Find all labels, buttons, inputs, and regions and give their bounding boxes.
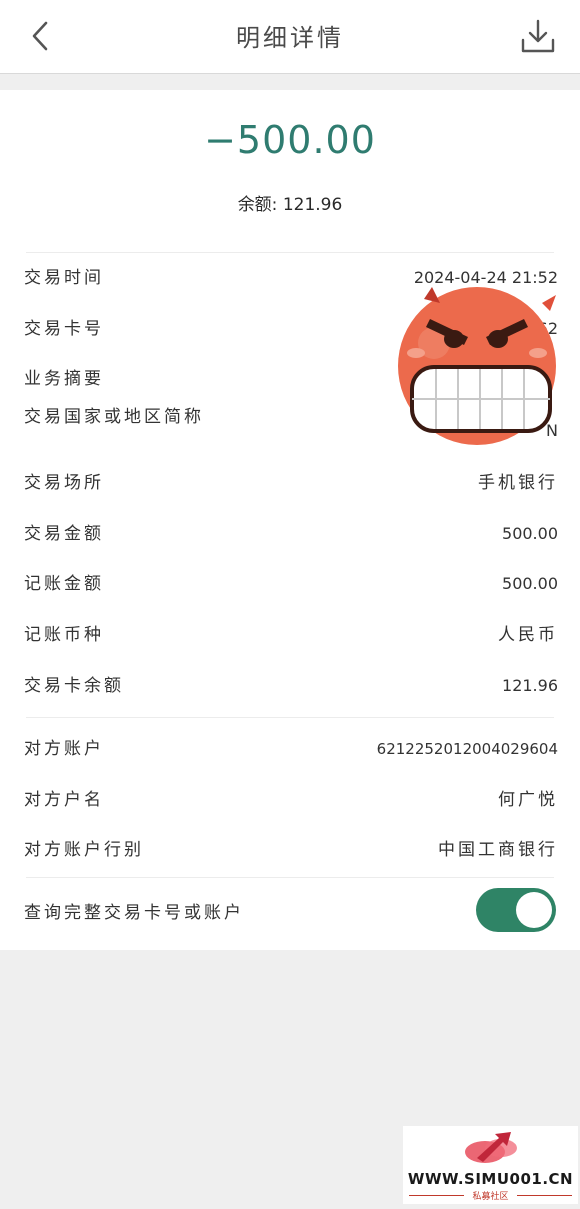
top-nav-bar: 明细详情 — [0, 0, 580, 74]
divider — [26, 877, 554, 878]
row-value: 500.00 — [502, 524, 558, 543]
divider — [26, 252, 554, 253]
divider — [26, 717, 554, 718]
balance-line: 余额: 121.96 — [0, 190, 580, 215]
row-value: 500.00 — [502, 574, 558, 593]
watermark-logo-icon — [465, 1132, 517, 1163]
row-label: 记账币种 — [24, 625, 104, 645]
balance-label: 余额: — [237, 195, 278, 215]
row-label: 交易金额 — [24, 524, 104, 544]
counterparty-row-name: 对方户名 何广悦 — [24, 787, 558, 821]
row-value: 121.96 — [502, 676, 558, 695]
watermark: WWW.SIMU001.CN 私募社区 — [403, 1126, 578, 1204]
balance-value: 121.96 — [282, 195, 343, 215]
counterparty-row-bank: 对方账户行别 中国工商银行 — [24, 837, 558, 871]
row-value: 中国工商银行 — [438, 840, 558, 860]
row-label: 记账金额 — [24, 574, 104, 594]
row-label: 对方户名 — [24, 790, 104, 810]
detail-row-currency: 记账币种 人民币 — [24, 622, 558, 656]
watermark-url: WWW.SIMU001.CN — [407, 1170, 574, 1188]
counterparty-row-account: 对方账户 6212252012004029604 — [24, 736, 558, 770]
row-label: 业务摘要 — [24, 369, 104, 389]
detail-row-location: 交易场所 手机银行 — [24, 470, 558, 504]
row-label: 交易卡余额 — [24, 676, 124, 696]
row-value: 人民币 — [498, 625, 558, 645]
detail-row-booked-amount: 记账金额 500.00 — [24, 571, 558, 605]
download-icon — [521, 19, 555, 53]
row-label: 交易国家或地区简称 — [24, 407, 204, 427]
page-title: 明细详情 — [236, 24, 344, 52]
row-label: 交易场所 — [24, 473, 104, 493]
transaction-amount: −500.00 — [204, 118, 376, 162]
row-value: 6212252012004029604 — [376, 740, 558, 758]
transaction-detail-card: −500.00 余额: 121.96 交易时间 2024-04-24 21:52… — [0, 90, 580, 950]
detail-row-card-balance: 交易卡余额 121.96 — [24, 673, 558, 707]
angry-face-sticker — [398, 287, 556, 445]
row-value: 手机银行 — [478, 473, 558, 493]
row-label: 交易卡号 — [24, 319, 104, 339]
download-button[interactable] — [518, 16, 558, 56]
watermark-line — [517, 1195, 572, 1196]
full-account-toggle[interactable] — [476, 888, 556, 932]
row-label: 对方账户行别 — [24, 840, 144, 860]
row-value: 何广悦 — [498, 790, 558, 810]
toggle-knob — [516, 892, 552, 928]
row-label: 对方账户 — [24, 739, 104, 759]
row-label: 交易时间 — [24, 268, 104, 288]
toggle-label: 查询完整交易卡号或账户 — [24, 903, 244, 923]
detail-row-trade-amount: 交易金额 500.00 — [24, 521, 558, 555]
